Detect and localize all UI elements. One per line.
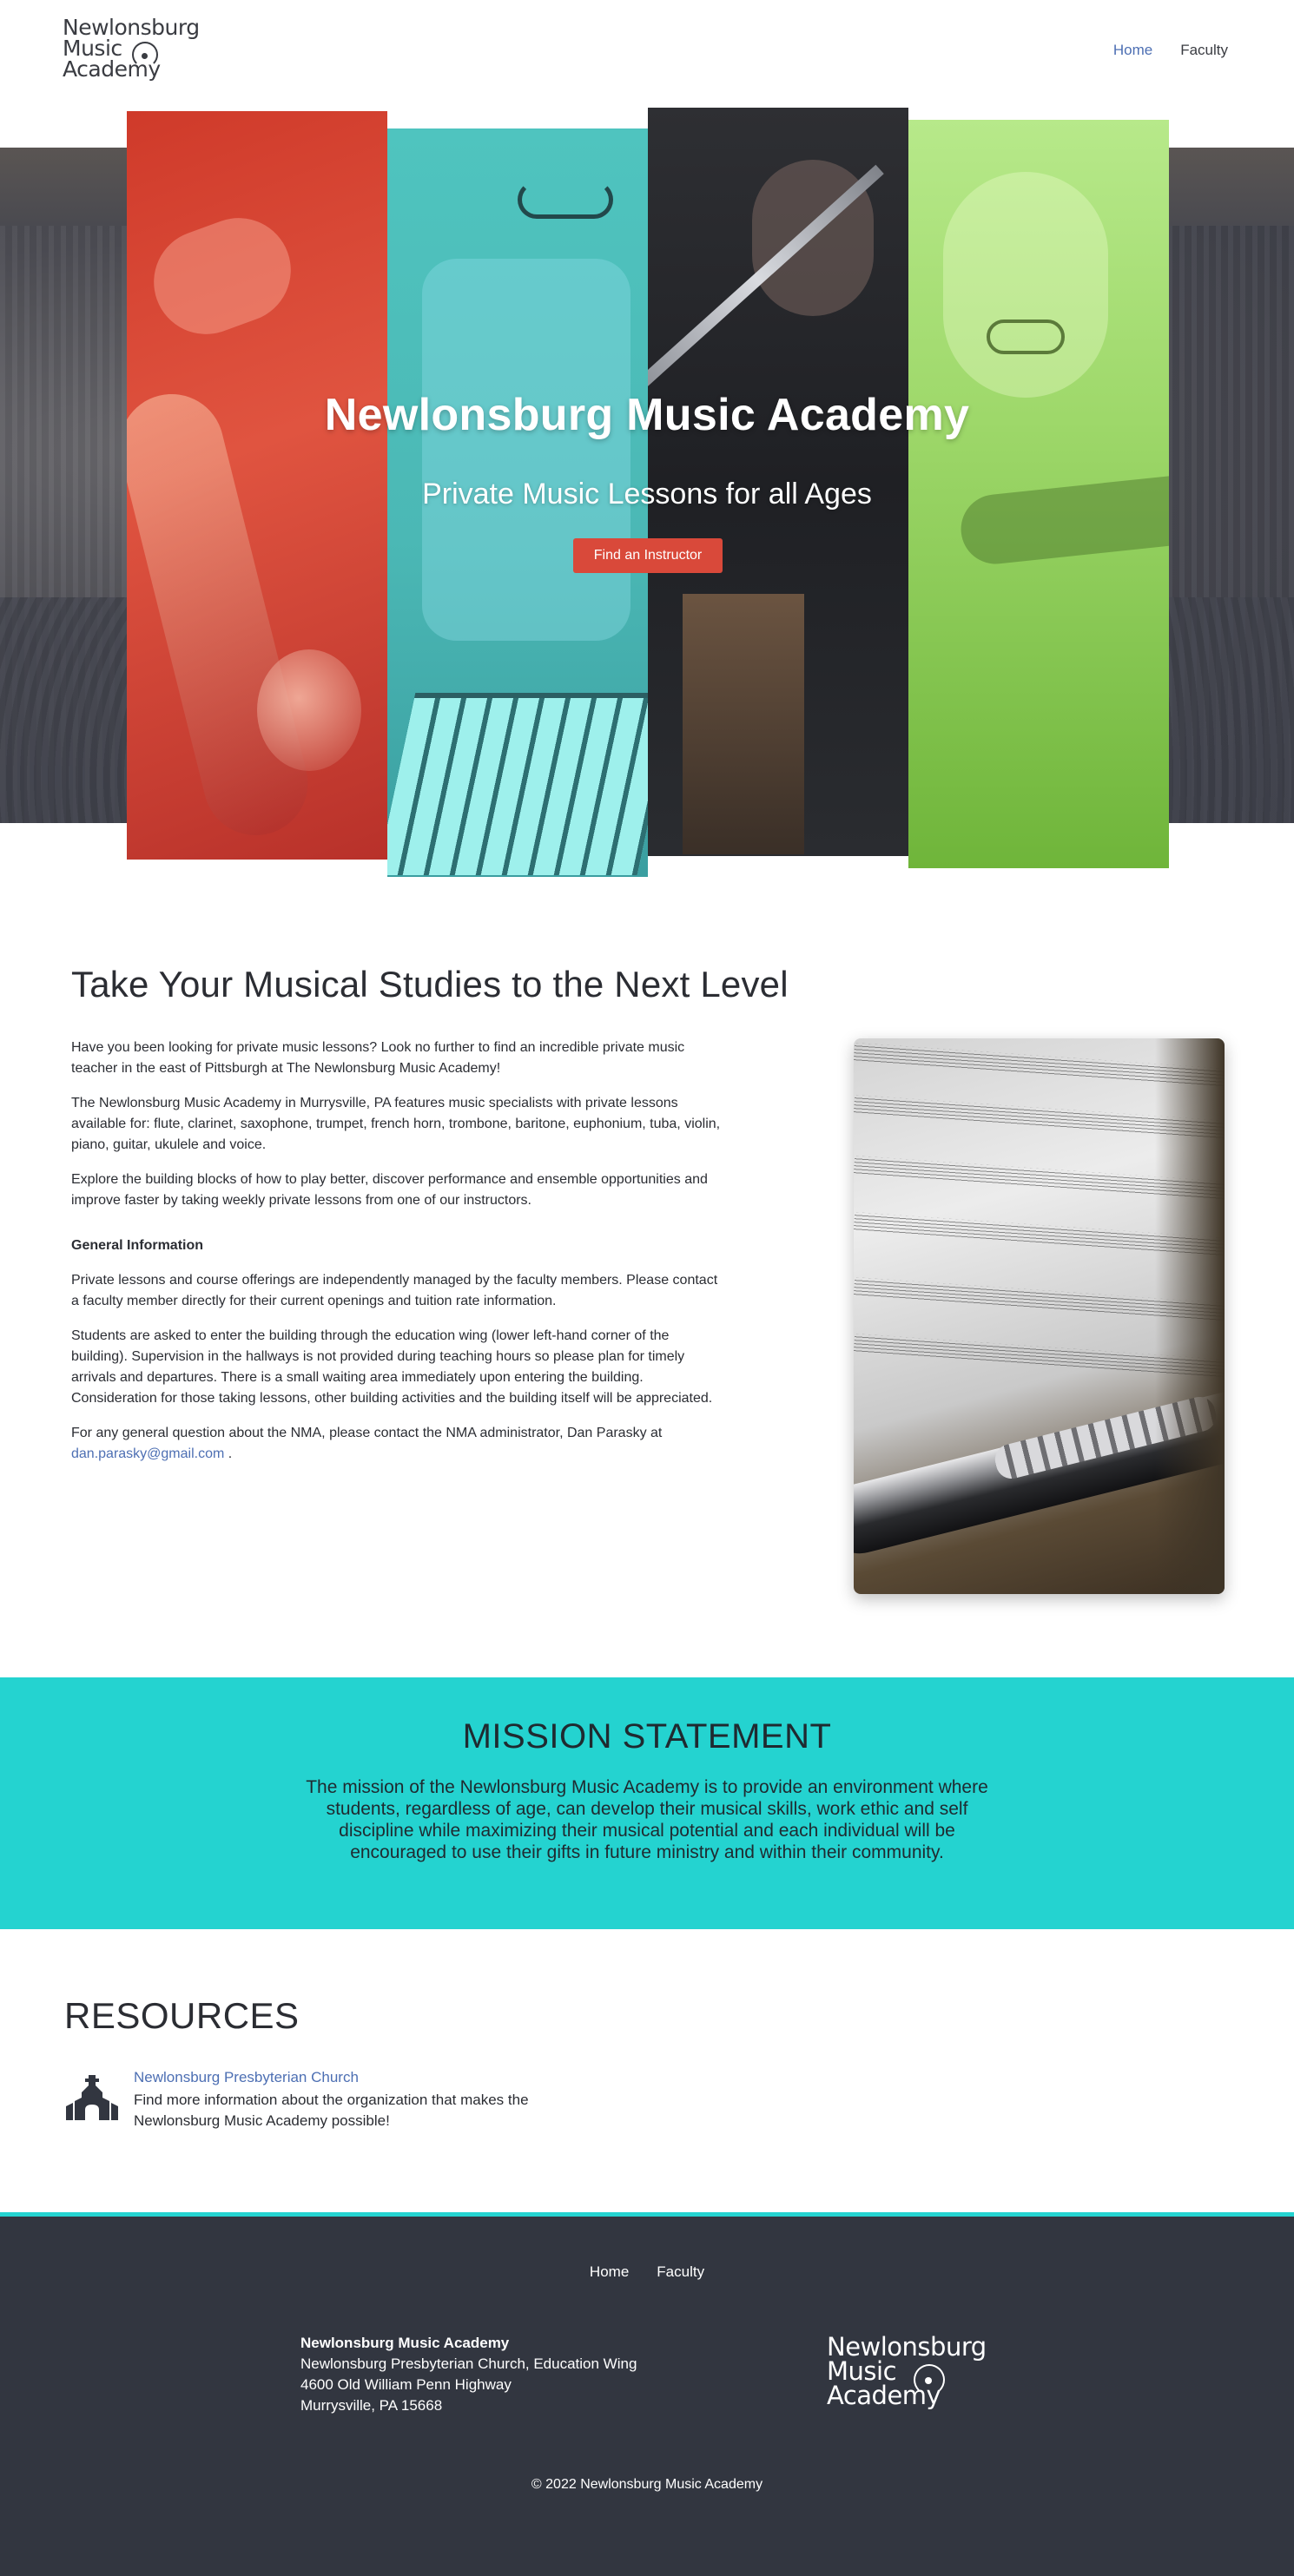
- resource-church-description: Find more information about the organiza…: [134, 2092, 529, 2129]
- footer-address-line-1: Newlonsburg Presbyterian Church, Educati…: [300, 2355, 637, 2372]
- footer-logo-line-1: Newlonsburg: [827, 2332, 987, 2362]
- footer-nav: Home Faculty: [0, 2263, 1294, 2281]
- site-header: Newlonsburg Music Academy Home Faculty: [0, 0, 1294, 104]
- intro-paragraph-1: Have you been looking for private music …: [71, 1040, 685, 1076]
- contact-paragraph: For any general question about the NMA, …: [71, 1423, 723, 1465]
- intro-paragraph-5: Students are asked to enter the building…: [71, 1328, 713, 1406]
- site-footer: Home Faculty Newlonsburg Music Academy N…: [0, 2212, 1294, 2576]
- glasses-shape: [518, 181, 613, 219]
- footer-address: Newlonsburg Music Academy Newlonsburg Pr…: [300, 2333, 637, 2416]
- trumpet-shape: [127, 383, 320, 847]
- nav-home-link[interactable]: Home: [1113, 42, 1152, 59]
- intro-paragraph-4: Private lessons and course offerings are…: [71, 1273, 718, 1308]
- intro-paragraph-2: The Newlonsburg Music Academy in Murrysv…: [71, 1096, 721, 1152]
- trumpet-bell-shape: [257, 649, 361, 771]
- footer-org-name: Newlonsburg Music Academy: [300, 2335, 510, 2351]
- piano-keys-shape: [387, 693, 648, 875]
- music-stand-shape: [683, 594, 804, 854]
- intro-heading: Take Your Musical Studies to the Next Le…: [71, 964, 789, 1005]
- copyright: © 2022 Newlonsburg Music Academy: [531, 2477, 763, 2492]
- footer-logo-line-3: Academy: [827, 2381, 941, 2410]
- church-icon: [66, 2075, 118, 2120]
- footer-home-link[interactable]: Home: [590, 2263, 629, 2281]
- logo-music-note-icon: [132, 42, 158, 68]
- footer-address-line-3: Murrysville, PA 15668: [300, 2397, 443, 2414]
- logo-line-3: Academy: [63, 56, 161, 82]
- footer-address-line-2: 4600 Old William Penn Highway: [300, 2376, 512, 2393]
- book-edge-shape: [1155, 1038, 1225, 1594]
- find-instructor-button[interactable]: Find an Instructor: [573, 538, 723, 573]
- resources-heading: RESOURCES: [64, 1995, 300, 2036]
- contact-text: For any general question about the NMA, …: [71, 1426, 663, 1440]
- nav-faculty-link[interactable]: Faculty: [1180, 42, 1228, 59]
- glasses-shape: [987, 320, 1065, 354]
- footer-faculty-link[interactable]: Faculty: [657, 2263, 704, 2281]
- admin-email-link[interactable]: dan.parasky@gmail.com: [71, 1446, 224, 1461]
- contact-period: .: [228, 1446, 233, 1461]
- hero-subtitle: Private Music Lessons for all Ages: [422, 478, 872, 511]
- mission-heading: MISSION STATEMENT: [462, 1717, 832, 1756]
- violinist-face-shape: [943, 172, 1108, 398]
- general-information-heading: General Information: [71, 1238, 204, 1253]
- footer-logo-music-note-icon: [914, 2364, 945, 2395]
- site-logo[interactable]: Newlonsburg Music Academy: [63, 16, 201, 83]
- intro-paragraph-3: Explore the building blocks of how to pl…: [71, 1172, 708, 1208]
- main-nav: Home Faculty: [1113, 42, 1228, 59]
- hand-shape: [139, 203, 306, 349]
- footer-logo: Newlonsburg Music Academy: [827, 2335, 1000, 2415]
- intro-body: Have you been looking for private music …: [71, 1038, 723, 1479]
- child-shirt-shape: [422, 259, 630, 641]
- mission-text: The mission of the Newlonsburg Music Aca…: [306, 1777, 988, 1862]
- resource-church-link[interactable]: Newlonsburg Presbyterian Church: [134, 2069, 359, 2086]
- sheet-music-flute-photo: [854, 1038, 1225, 1594]
- hero-title: Newlonsburg Music Academy: [324, 390, 970, 440]
- mission-section: MISSION STATEMENT The mission of the New…: [0, 1677, 1294, 1929]
